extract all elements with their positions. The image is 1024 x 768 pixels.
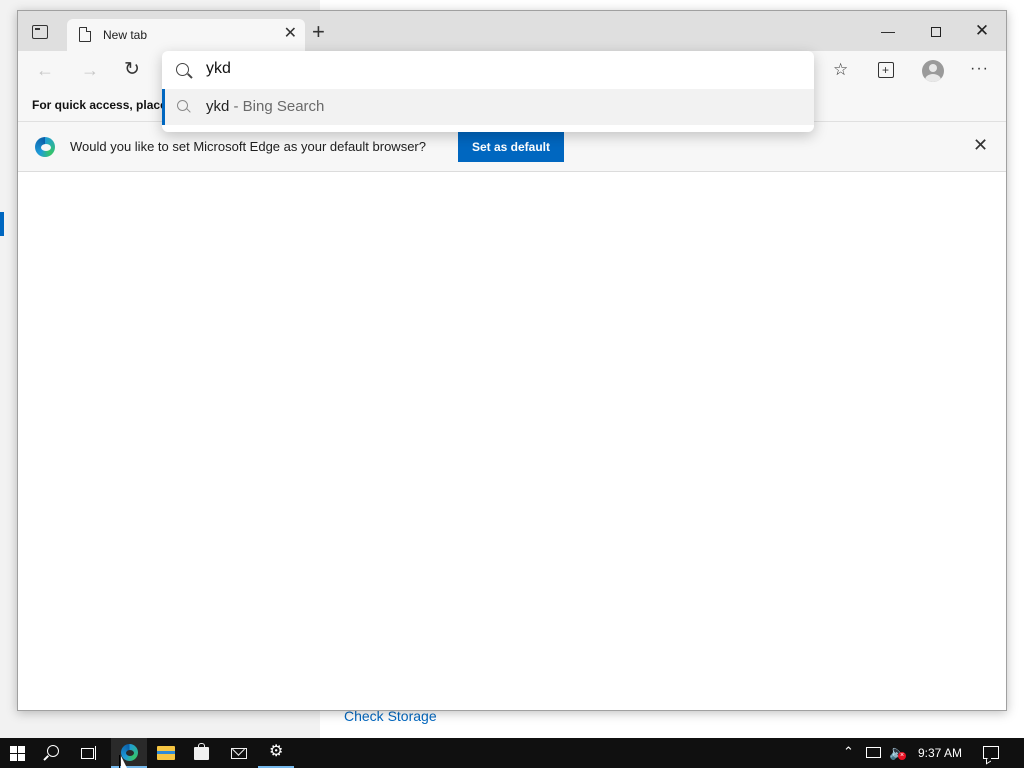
tab-close-icon[interactable]: ✕ (284, 26, 297, 42)
profile-avatar[interactable] (922, 60, 944, 82)
taskbar-store-button[interactable] (184, 738, 220, 768)
task-view-icon[interactable] (81, 746, 98, 760)
sidebar-selected-indicator (0, 212, 4, 236)
taskbar-settings-button[interactable]: ⚙ (258, 738, 294, 768)
search-suggestion[interactable]: ykd - Bing Search (162, 89, 814, 125)
address-bar-input[interactable] (206, 60, 786, 78)
tab-title: New tab (103, 28, 148, 42)
store-icon (194, 743, 209, 760)
taskbar-mail-button[interactable] (221, 738, 257, 768)
set-as-default-button[interactable]: Set as default (458, 132, 564, 162)
tab-new-tab[interactable]: New tab ✕ (67, 19, 305, 51)
taskbar-file-explorer-button[interactable] (148, 738, 184, 768)
maximize-button[interactable] (916, 18, 956, 44)
address-bar-dropdown: ykd - Bing Search (162, 51, 814, 132)
title-bar: New tab ✕ + — ✕ (18, 11, 1006, 51)
settings-icon: ⚙ (269, 743, 284, 760)
infobar-close-icon[interactable]: ✕ (973, 136, 988, 154)
file-explorer-icon (157, 746, 175, 760)
clock[interactable]: 9:37 AM (918, 746, 962, 760)
suggestion-text: ykd - Bing Search (206, 98, 324, 115)
network-icon[interactable] (866, 747, 881, 758)
mail-icon (231, 748, 247, 759)
taskbar: ⚙ ⌃ 🔈 × 9:37 AM (0, 738, 1024, 768)
taskbar-edge-button[interactable] (111, 738, 147, 768)
refresh-button[interactable]: ↻ (124, 60, 140, 80)
suggestion-suffix: - Bing Search (229, 98, 325, 115)
close-window-button[interactable]: ✕ (962, 18, 1002, 44)
suggestion-query: ykd (206, 98, 230, 115)
more-icon[interactable]: ··· (970, 59, 989, 79)
search-icon (176, 63, 189, 76)
taskbar-search-icon[interactable] (47, 745, 59, 757)
infobar-message: Would you like to set Microsoft Edge as … (70, 139, 426, 154)
notifications-icon[interactable] (983, 746, 999, 759)
page-icon (79, 27, 91, 42)
favorites-bar-hint: For quick access, place y (32, 98, 177, 112)
favorites-button[interactable]: ☆ (833, 60, 848, 80)
collections-icon[interactable] (878, 60, 894, 80)
back-button[interactable]: ← (36, 60, 54, 80)
suggestion-search-icon (177, 100, 188, 111)
tray-overflow-icon[interactable]: ⌃ (843, 744, 854, 760)
tab-actions-icon[interactable] (32, 25, 48, 39)
mouse-cursor (119, 755, 127, 768)
maximize-icon (931, 27, 941, 38)
windows-start-icon[interactable] (10, 746, 26, 762)
minimize-button[interactable]: — (868, 18, 908, 44)
new-tab-button[interactable]: + (312, 21, 325, 43)
forward-button[interactable]: → (81, 60, 99, 80)
edge-logo-icon (35, 137, 55, 157)
volume-muted-badge: × (898, 752, 906, 760)
